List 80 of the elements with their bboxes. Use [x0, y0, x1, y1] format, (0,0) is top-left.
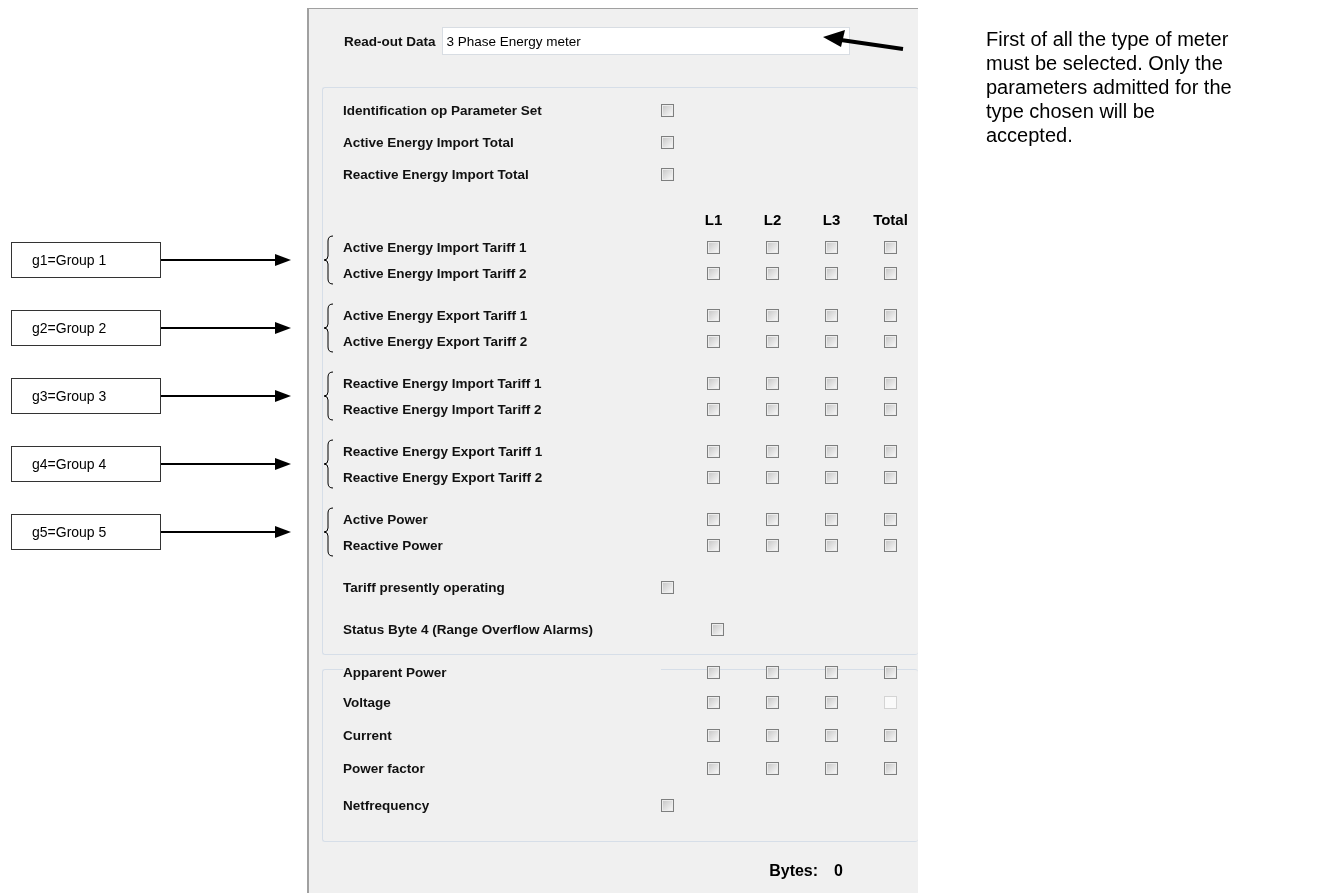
bytes-label: Bytes: [769, 862, 819, 880]
checkbox[interactable] [707, 512, 720, 526]
checkbox[interactable] [884, 728, 897, 742]
checkbox[interactable] [766, 402, 779, 416]
checkbox[interactable] [661, 580, 674, 594]
checkbox[interactable] [766, 240, 779, 254]
checkbox[interactable] [707, 266, 720, 280]
checkbox[interactable] [766, 512, 779, 526]
checkbox[interactable] [825, 334, 838, 348]
checkbox[interactable] [825, 512, 838, 526]
checkbox[interactable] [766, 470, 779, 484]
column-header: Total [873, 210, 908, 228]
checkbox[interactable] [825, 665, 838, 679]
checkbox[interactable] [707, 334, 720, 348]
annotation-note: First of all the type of meter must be selected. Only the parameters admitted for the type chosen will be accepted. [986, 27, 1233, 147]
checkbox[interactable] [825, 240, 838, 254]
checkbox[interactable] [707, 376, 720, 390]
checkbox[interactable] [766, 334, 779, 348]
meter-type-field[interactable]: 3 Phase Energy meter [441, 27, 850, 55]
checkbox[interactable] [825, 376, 838, 390]
callout-label: g1=Group 1 [11, 242, 161, 278]
checkbox[interactable] [884, 512, 897, 526]
checkbox[interactable] [707, 240, 720, 254]
checkbox[interactable] [711, 622, 724, 636]
checkbox[interactable] [825, 538, 838, 552]
checkbox[interactable] [825, 402, 838, 416]
checkbox[interactable] [884, 761, 897, 775]
checkbox[interactable] [766, 728, 779, 742]
checkbox[interactable] [766, 444, 779, 458]
checkbox[interactable] [825, 444, 838, 458]
checkbox[interactable] [661, 135, 674, 149]
checkbox[interactable] [884, 376, 897, 390]
checkbox[interactable] [884, 538, 897, 552]
checkbox[interactable] [707, 728, 720, 742]
checkbox[interactable] [884, 402, 897, 416]
checkbox[interactable] [766, 761, 779, 775]
checkbox[interactable] [884, 334, 897, 348]
field-label: Read-out Data [344, 33, 436, 49]
checkbox[interactable] [884, 470, 897, 484]
brace-icon [323, 234, 335, 286]
checkbox[interactable] [766, 376, 779, 390]
column-header: L2 [763, 210, 782, 228]
brace-icon [323, 302, 335, 354]
callout-label: g5=Group 5 [11, 514, 161, 550]
checkbox[interactable] [661, 103, 674, 117]
checkbox[interactable] [884, 240, 897, 254]
checkbox[interactable] [884, 444, 897, 458]
checkbox[interactable] [661, 798, 674, 812]
checkbox[interactable] [825, 266, 838, 280]
checkbox[interactable] [707, 665, 720, 679]
brace-icon [323, 438, 335, 490]
checkbox[interactable] [661, 167, 674, 181]
checkbox[interactable] [707, 695, 720, 709]
checkbox[interactable] [766, 538, 779, 552]
bytes-value: 0 [834, 862, 843, 880]
checkbox[interactable] [707, 470, 720, 484]
checkbox[interactable] [884, 266, 897, 280]
column-header: L3 [822, 210, 841, 228]
checkbox[interactable] [707, 308, 720, 322]
brace-icon [323, 506, 335, 558]
callout-label: g4=Group 4 [11, 446, 161, 482]
checkbox[interactable] [884, 308, 897, 322]
checkbox[interactable] [766, 665, 779, 679]
brace-icon [323, 370, 335, 422]
callout-label: g2=Group 2 [11, 310, 161, 346]
checkbox[interactable] [766, 266, 779, 280]
checkbox[interactable] [884, 665, 897, 679]
checkbox[interactable] [707, 538, 720, 552]
callout-label: g3=Group 3 [11, 378, 161, 414]
checkbox[interactable] [825, 308, 838, 322]
checkbox[interactable] [707, 444, 720, 458]
checkbox[interactable] [825, 761, 838, 775]
checkbox[interactable] [707, 761, 720, 775]
checkbox[interactable] [825, 728, 838, 742]
checkbox[interactable] [825, 470, 838, 484]
checkbox[interactable] [825, 695, 838, 709]
checkbox[interactable] [766, 308, 779, 322]
checkbox[interactable] [707, 402, 720, 416]
column-header: L1 [704, 210, 723, 228]
checkbox[interactable] [766, 695, 779, 709]
